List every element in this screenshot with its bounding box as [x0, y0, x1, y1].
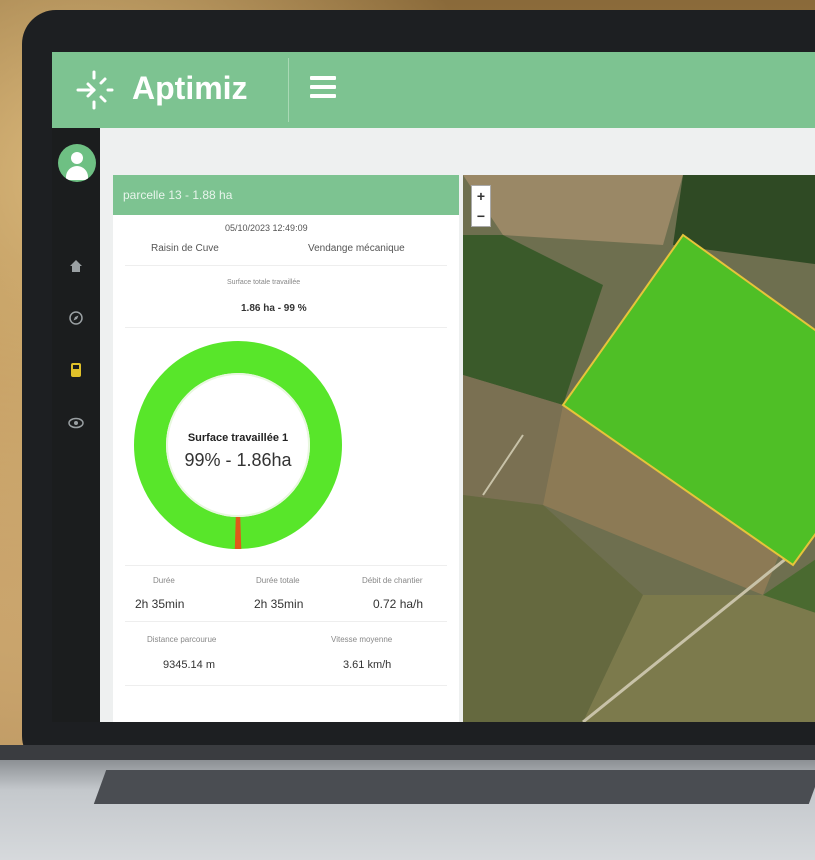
operation-type: Vendange mécanique	[308, 243, 405, 254]
surface-label: Surface totale travaillée	[227, 279, 301, 286]
donut-worked-arc	[134, 341, 342, 549]
parcel-info-panel: parcelle 13 - 1.88 ha 05/10/2023 12:49:0…	[113, 175, 459, 722]
surface-donut-chart	[134, 341, 342, 549]
stat-value-total-duration: 2h 35min	[254, 597, 304, 611]
divider	[125, 565, 447, 566]
top-bar: Aptimiz	[52, 52, 815, 128]
topbar-divider	[288, 58, 289, 122]
map-imagery	[463, 175, 815, 722]
sun-logo-icon	[76, 70, 114, 110]
donut-inner-ring	[166, 373, 310, 517]
hamburger-menu-icon[interactable]	[310, 76, 336, 102]
donut-value: 99% - 1.86ha	[184, 450, 292, 470]
home-icon[interactable]	[66, 258, 86, 278]
surface-value: 1.86 ha - 99 %	[241, 303, 307, 314]
sidebar	[52, 128, 100, 722]
avatar[interactable]	[58, 144, 96, 182]
panel-title: parcelle 13 - 1.88 ha	[113, 175, 459, 215]
stat-label-distance: Distance parcourue	[147, 635, 217, 644]
satellite-map[interactable]: + −	[463, 175, 815, 722]
main-content: parcelle 13 - 1.88 ha 05/10/2023 12:49:0…	[100, 128, 815, 722]
donut-title: Surface travaillée 1	[187, 432, 289, 444]
divider	[125, 621, 447, 622]
divider	[125, 327, 447, 328]
stat-label-total-duration: Durée totale	[256, 576, 300, 585]
zoom-out-button[interactable]: −	[472, 206, 490, 226]
tractor-icon[interactable]	[66, 362, 86, 382]
stat-value-duration: 2h 35min	[135, 597, 185, 611]
app-screen: Aptimiz parcelle 13 - 1.88 ha 05/10/2023…	[52, 52, 815, 722]
stat-label-duration: Durée	[153, 576, 175, 585]
stat-value-avg-speed: 3.61 km/h	[343, 659, 392, 671]
crop-type: Raisin de Cuve	[151, 243, 219, 254]
stat-label-avg-speed: Vitesse moyenne	[331, 635, 393, 644]
keyboard-keys	[93, 770, 815, 804]
stat-value-distance: 9345.14 m	[163, 659, 215, 671]
zoom-control: + −	[471, 185, 491, 227]
compass-icon[interactable]	[66, 310, 86, 330]
divider	[125, 685, 447, 686]
brand[interactable]: Aptimiz	[52, 52, 288, 128]
eye-icon[interactable]	[66, 414, 86, 434]
stat-label-work-rate: Débit de chantier	[362, 576, 423, 585]
stat-value-work-rate: 0.72 ha/h	[373, 597, 424, 611]
datetime: 05/10/2023 12:49:09	[225, 223, 308, 233]
zoom-in-button[interactable]: +	[472, 186, 490, 206]
brand-name: Aptimiz	[132, 70, 248, 106]
divider	[125, 265, 447, 266]
